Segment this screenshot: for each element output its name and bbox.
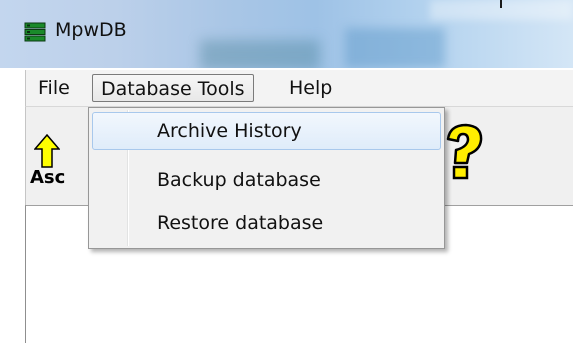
menu-item-restore-database[interactable]: Restore database	[92, 204, 441, 242]
menu-item-backup-database[interactable]: Backup database	[92, 161, 441, 199]
toolbar-button-label: Asc	[30, 167, 66, 188]
window-title: MpwDB	[55, 19, 127, 41]
database-tools-dropdown: Archive History Backup database Restore …	[88, 107, 445, 249]
menu-file[interactable]: File	[32, 74, 76, 102]
database-stack-icon	[24, 22, 46, 42]
menu-database-tools[interactable]: Database Tools	[92, 74, 254, 102]
title-bar[interactable]: MpwDB	[0, 0, 573, 68]
menu-item-archive-history[interactable]: Archive History	[92, 112, 441, 150]
menu-bar: File Database Tools Help	[25, 70, 573, 107]
menu-help[interactable]: Help	[283, 74, 338, 102]
application-window: MpwDB File Database Tools Help Asc Archi…	[0, 0, 573, 343]
arrow-up-icon	[34, 134, 60, 168]
help-question-icon[interactable]	[440, 123, 484, 181]
